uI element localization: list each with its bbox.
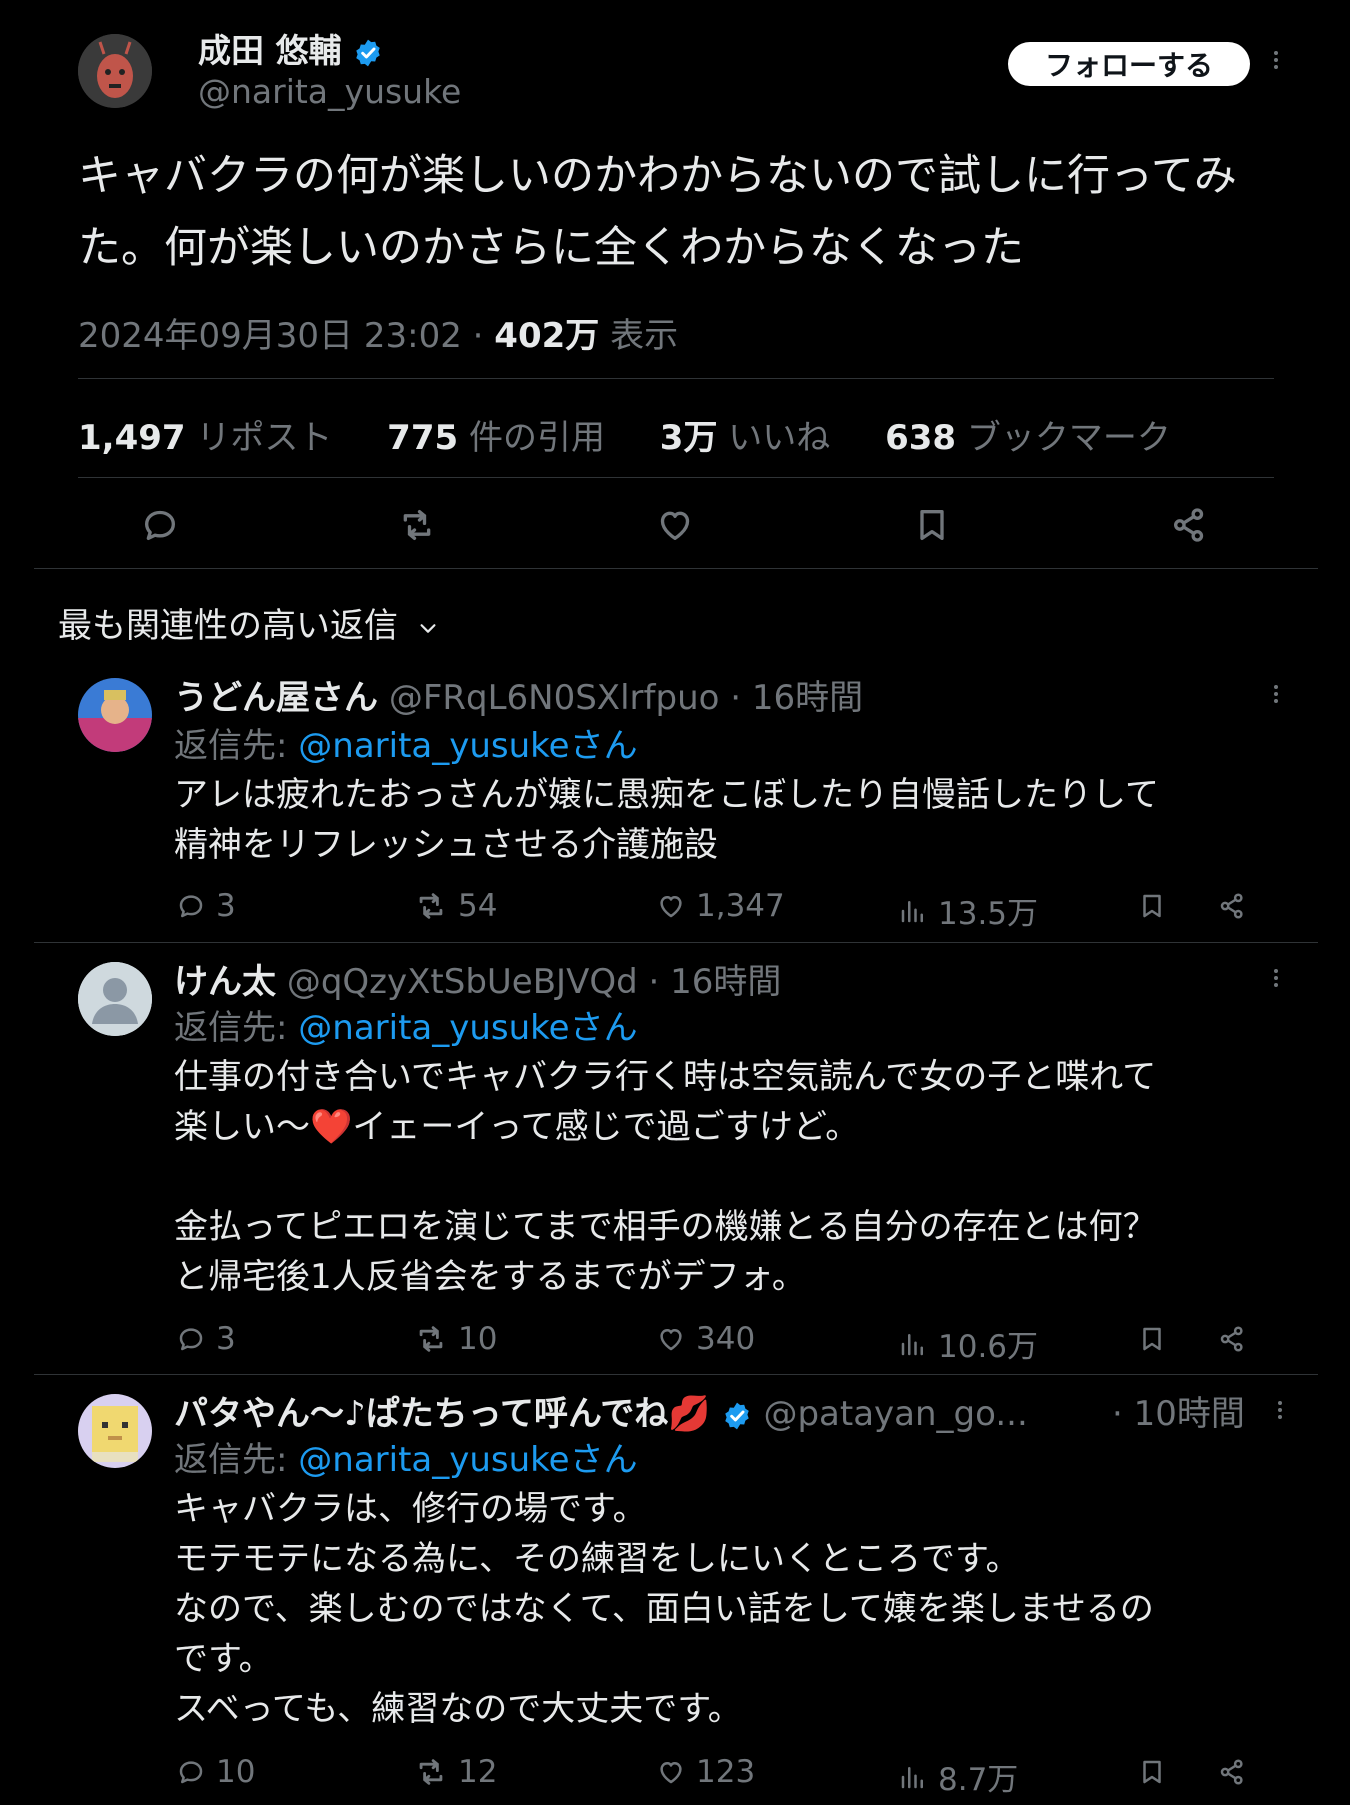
like-count[interactable]: 340: [656, 1321, 755, 1357]
follow-button[interactable]: フォローする: [1008, 42, 1250, 86]
reply-icon[interactable]: [140, 505, 180, 545]
reply-count[interactable]: 10: [176, 1754, 255, 1790]
views-icon: [898, 1762, 928, 1792]
author-name-text[interactable]: 成田 悠輔: [198, 31, 342, 70]
tweet-text: キャバクラの何が楽しいのかわからないので試しに行ってみた。何が楽しいのかさらに全…: [78, 151, 1237, 273]
reply-time[interactable]: · 16時間: [730, 678, 863, 718]
reply-sort-dropdown[interactable]: 最も関連性の高い返信: [58, 598, 439, 647]
share-icon[interactable]: [1217, 891, 1247, 921]
views-count[interactable]: 10.6万: [898, 1321, 1038, 1366]
repost-count[interactable]: 10: [414, 1321, 497, 1357]
tweet-meta: 2024年09月30日 23:02 · 402万 表示: [78, 316, 679, 356]
share-icon[interactable]: [1217, 1324, 1247, 1354]
repost-icon: [414, 1322, 448, 1356]
reply-header[interactable]: うどん屋さん @FRqL6N0SXlrfpuo · 16時間: [174, 670, 863, 719]
reply-icon: [176, 891, 206, 921]
more-options-icon[interactable]: [1272, 966, 1280, 990]
author-name[interactable]: 成田 悠輔: [198, 24, 384, 72]
reply-to: 返信先: @narita_yusukeさん: [174, 1432, 638, 1481]
views-icon: [898, 1329, 928, 1359]
reply-sort-label: 最も関連性の高い返信: [58, 606, 398, 646]
views-count: 402万: [494, 316, 600, 356]
author-avatar[interactable]: [78, 34, 152, 108]
reply-text: 仕事の付き合いでキャバクラ行く時は空気読んで女の子と喋れて 楽しい〜❤️イェーイ…: [174, 1057, 1157, 1297]
like-icon: [656, 891, 686, 921]
reply-time-wrap[interactable]: · 10時間: [1112, 1386, 1245, 1435]
reply-to-handle[interactable]: @narita_yusukeさん: [298, 1008, 637, 1048]
chevron-down-icon: [417, 617, 439, 639]
bookmark-icon[interactable]: [912, 505, 952, 545]
reply-header[interactable]: パタやん〜♪ぱたちって呼んでね💋 @patayan_go...: [174, 1386, 1028, 1435]
reply-to: 返信先: @narita_yusukeさん: [174, 1000, 638, 1049]
reply-to-handle[interactable]: @narita_yusukeさん: [298, 726, 637, 766]
reply-time[interactable]: · 10時間: [1112, 1394, 1245, 1434]
divider: [78, 477, 1274, 478]
repost-count[interactable]: 54: [414, 888, 497, 924]
reply-to-prefix: 返信先:: [174, 1008, 299, 1048]
reply-author-name[interactable]: うどん屋さん: [174, 678, 378, 718]
reply-to: 返信先: @narita_yusukeさん: [174, 718, 638, 767]
more-options-icon[interactable]: [1272, 48, 1280, 72]
bookmark-icon[interactable]: [1137, 1324, 1167, 1354]
like-count[interactable]: 1,347: [656, 888, 785, 924]
reply-author-handle[interactable]: @FRqL6N0SXlrfpuo: [389, 678, 720, 718]
reply-author-name[interactable]: パタやん〜♪ぱたちって呼んでね💋: [174, 1394, 711, 1434]
divider: [34, 568, 1318, 569]
stat-bookmarks[interactable]: 638 ブックマーク: [885, 418, 1215, 458]
like-icon[interactable]: [655, 505, 695, 545]
more-options-icon[interactable]: [1276, 1398, 1284, 1422]
reply-text: アレは疲れたおっさんが嬢に愚痴をこぼしたり自慢話したりして 精神をリフレッシュさ…: [174, 775, 1159, 865]
reply-header[interactable]: けん太 @qQzyXtSbUeBJVQd · 16時間: [174, 954, 781, 1003]
reply-icon: [176, 1757, 206, 1787]
repost-icon[interactable]: [397, 505, 437, 545]
share-icon[interactable]: [1169, 505, 1209, 545]
divider: [78, 378, 1274, 379]
share-icon[interactable]: [1217, 1757, 1247, 1787]
stat-likes[interactable]: 3万 いいね: [660, 418, 874, 458]
reply-author-handle[interactable]: @qQzyXtSbUeBJVQd: [287, 962, 638, 1002]
reply-count[interactable]: 3: [176, 888, 236, 924]
reply-author-handle[interactable]: @patayan_go...: [763, 1394, 1027, 1434]
views-label: 表示: [610, 316, 679, 356]
reply-to-prefix: 返信先:: [174, 726, 299, 766]
bookmark-icon[interactable]: [1137, 1757, 1167, 1787]
tweet-timestamp[interactable]: 2024年09月30日 23:02: [78, 316, 462, 356]
verified-icon: [352, 37, 384, 69]
reply-author-name[interactable]: けん太: [174, 962, 276, 1002]
bookmark-icon[interactable]: [1137, 891, 1167, 921]
reply-avatar[interactable]: [78, 1394, 152, 1468]
stat-quotes[interactable]: 775 件の引用: [387, 418, 649, 458]
more-options-icon[interactable]: [1272, 682, 1280, 706]
views-count[interactable]: 8.7万: [898, 1754, 1018, 1799]
views-count[interactable]: 13.5万: [898, 888, 1038, 933]
like-icon: [656, 1324, 686, 1354]
reply-count[interactable]: 3: [176, 1321, 236, 1357]
repost-icon: [414, 889, 448, 923]
stat-reposts[interactable]: 1,497 リポスト: [78, 418, 376, 458]
like-icon: [656, 1757, 686, 1787]
divider: [34, 942, 1318, 943]
reply-to-handle[interactable]: @narita_yusukeさん: [298, 1440, 637, 1480]
reply-icon: [176, 1324, 206, 1354]
like-count[interactable]: 123: [656, 1754, 755, 1790]
author-handle[interactable]: @narita_yusuke: [198, 72, 461, 111]
divider: [34, 1374, 1318, 1375]
views-icon: [898, 896, 928, 926]
reply-text: キャバクラは、修行の場です。 モテモテになる為に、その練習をしにいくところです。…: [174, 1489, 1154, 1729]
repost-icon: [414, 1755, 448, 1789]
repost-count[interactable]: 12: [414, 1754, 497, 1790]
reply-time[interactable]: · 16時間: [648, 962, 781, 1002]
reply-to-prefix: 返信先:: [174, 1440, 299, 1480]
reply-avatar[interactable]: [78, 678, 152, 752]
tweet-stats: 1,497 リポスト 775 件の引用 3万 いいね 638 ブックマーク: [78, 410, 1215, 459]
verified-icon: [721, 1400, 753, 1432]
reply-avatar[interactable]: [78, 962, 152, 1036]
